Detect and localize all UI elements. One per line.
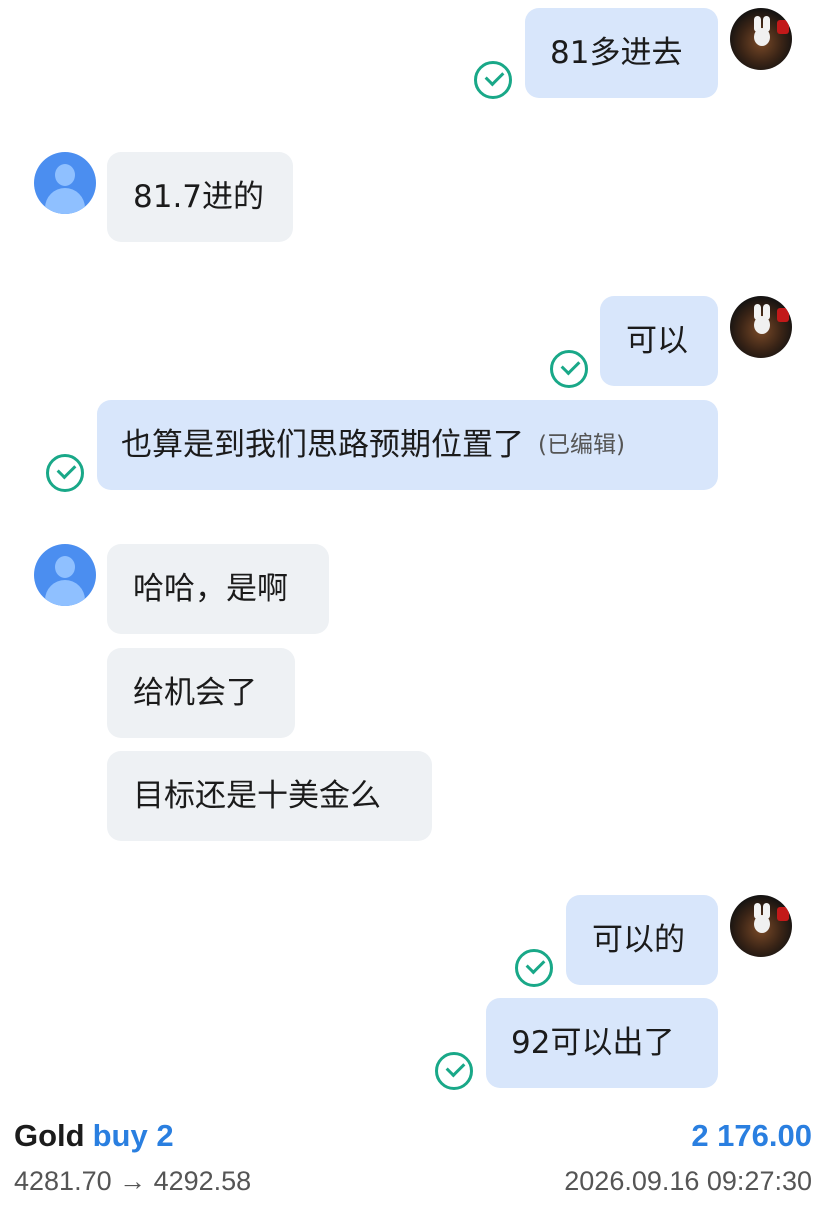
trade-prices: 4281.70 → 4292.58 xyxy=(14,1166,252,1196)
message-bubble-incoming[interactable]: 给机会了 xyxy=(107,648,295,738)
message-bubble-outgoing[interactable]: 可以 xyxy=(600,296,718,386)
self-avatar[interactable] xyxy=(730,296,792,358)
self-avatar[interactable] xyxy=(730,895,792,957)
read-check-icon xyxy=(515,949,553,987)
trade-direction: buy 2 xyxy=(92,1118,174,1153)
read-check-icon xyxy=(46,454,84,492)
message-bubble-incoming[interactable]: 哈哈，是啊 xyxy=(107,544,329,634)
read-check-icon xyxy=(474,61,512,99)
message-text: 81.7进的 xyxy=(133,178,265,215)
contact-avatar[interactable] xyxy=(34,544,96,606)
message-text: 也算是到我们思路预期位置了 xyxy=(121,426,524,463)
message-text: 81多进去 xyxy=(550,34,683,71)
message-bubble-outgoing[interactable]: 可以的 xyxy=(566,895,718,985)
message-bubble-incoming[interactable]: 目标还是十美金么 xyxy=(107,751,432,841)
message-bubble-outgoing[interactable]: 也算是到我们思路预期位置了 (已编辑) xyxy=(97,400,718,490)
read-check-icon xyxy=(435,1052,473,1090)
message-text: 92可以出了 xyxy=(511,1024,675,1061)
message-bubble-outgoing[interactable]: 92可以出了 xyxy=(486,998,718,1088)
trade-title: Gold buy 2 xyxy=(14,1118,174,1154)
message-text: 可以的 xyxy=(592,921,685,958)
read-check-icon xyxy=(550,350,588,388)
contact-avatar[interactable] xyxy=(34,152,96,214)
message-bubble-outgoing[interactable]: 81多进去 xyxy=(525,8,718,98)
message-text: 哈哈，是啊 xyxy=(133,570,288,607)
trade-symbol: Gold xyxy=(14,1118,85,1153)
self-avatar[interactable] xyxy=(730,8,792,70)
message-text: 可以 xyxy=(626,322,688,359)
message-text: 给机会了 xyxy=(133,674,257,711)
edited-label: (已编辑) xyxy=(538,431,625,458)
trade-profit: 2 176.00 xyxy=(691,1118,812,1153)
message-bubble-incoming[interactable]: 81.7进的 xyxy=(107,152,293,242)
message-text: 目标还是十美金么 xyxy=(133,777,381,814)
trade-time: 2026.09.16 09:27:30 xyxy=(564,1166,812,1196)
